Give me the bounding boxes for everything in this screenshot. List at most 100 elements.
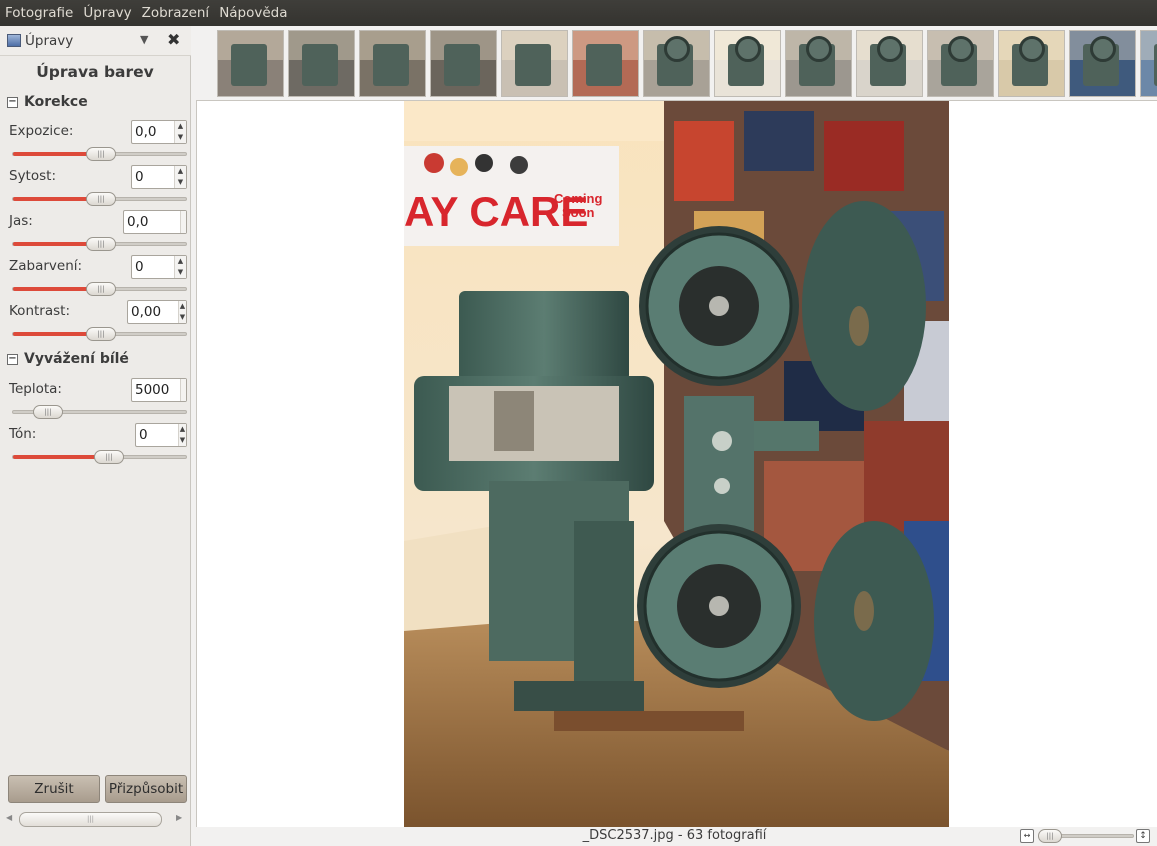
slider-handle[interactable]: ||| [86, 237, 116, 251]
scrollbar-thumb[interactable]: ||| [19, 812, 162, 827]
zabarveni-spinbox[interactable]: 0 ▲ ▼ [131, 255, 187, 279]
zabarveni-value[interactable]: 0 [132, 256, 174, 278]
group-vyvazeni-bile[interactable]: − Vyvážení bílé [7, 351, 129, 367]
slider-handle[interactable]: ||| [94, 450, 124, 464]
label-sytost: Sytost: [9, 168, 56, 184]
pane-header: Úpravy ▼ ✖ [0, 26, 191, 56]
slider-handle[interactable]: ||| [86, 147, 116, 161]
kontrast-slider[interactable]: ||| [12, 327, 187, 341]
filmstrip-thumbnail[interactable] [785, 30, 852, 97]
teplota-slider[interactable]: ||| [12, 405, 187, 419]
kontrast-value[interactable]: 0,00 [128, 301, 178, 323]
zoom-fit-icon[interactable]: ↔ [1020, 829, 1034, 843]
scroll-left-icon[interactable]: ◀ [6, 813, 12, 822]
group-korekce[interactable]: − Korekce [7, 94, 88, 110]
filmstrip-thumbnail[interactable] [1069, 30, 1136, 97]
poster-soon: Soon [562, 205, 595, 220]
thumbnail-reel [1018, 36, 1045, 63]
spin-up-icon[interactable] [181, 379, 186, 390]
filmstrip-thumbnail[interactable] [572, 30, 639, 97]
teplota-spinbox[interactable]: 5000 [131, 378, 187, 402]
status-text: _DSC2537.jpg - 63 fotografií [582, 828, 767, 843]
spin-up-icon[interactable]: ▲ [175, 121, 186, 132]
filmstrip-thumbnail[interactable] [1140, 30, 1157, 97]
spin-up-icon[interactable] [181, 211, 186, 222]
close-icon[interactable]: ✖ [167, 30, 180, 49]
filmstrip-thumbnail[interactable] [288, 30, 355, 97]
pane-title[interactable]: Úpravy [25, 33, 73, 49]
spin-down-icon[interactable]: ▼ [175, 132, 186, 143]
ton-value[interactable]: 0 [136, 424, 178, 446]
image-icon [7, 34, 21, 47]
cancel-button[interactable]: Zrušit [8, 775, 100, 803]
thumbnail-subject [231, 44, 267, 87]
filmstrip-thumbnail[interactable] [998, 30, 1065, 97]
spin-down-icon[interactable]: ▼ [175, 177, 186, 188]
label-kontrast: Kontrast: [9, 303, 70, 319]
ton-spinbox[interactable]: 0 ▲ ▼ [135, 423, 187, 447]
expozice-slider[interactable]: ||| [12, 147, 187, 161]
filmstrip-thumbnail[interactable] [643, 30, 710, 97]
sytost-spinbox[interactable]: 0 ▲ ▼ [131, 165, 187, 189]
thumbnail-reel [876, 36, 903, 63]
spin-up-icon[interactable]: ▲ [175, 256, 186, 267]
filmstrip-thumbnail[interactable] [359, 30, 426, 97]
slider-handle[interactable]: ||| [86, 282, 116, 296]
slider-handle[interactable]: ||| [86, 327, 116, 341]
spin-down-icon[interactable] [181, 222, 186, 233]
thumbnail-subject [373, 44, 409, 87]
ton-slider[interactable]: ||| [12, 450, 187, 464]
spin-down-icon[interactable]: ▼ [175, 267, 186, 278]
jas-spinbox[interactable]: 0,0 [123, 210, 187, 234]
slider-handle[interactable]: ||| [33, 405, 63, 419]
spin-up-icon[interactable]: ▲ [179, 301, 186, 312]
scroll-right-icon[interactable]: ▶ [176, 813, 182, 822]
menu-napoveda[interactable]: Nápověda [219, 5, 287, 21]
zoom-in-icon[interactable]: ↕ [1136, 829, 1150, 843]
label-ton: Tón: [9, 426, 37, 442]
filmstrip-thumbnail[interactable] [714, 30, 781, 97]
thumbnail-reel [663, 36, 690, 63]
menu-upravy[interactable]: Úpravy [83, 5, 131, 21]
jas-value[interactable]: 0,0 [124, 211, 180, 233]
photo-image: AY CARE Coming Soon [404, 101, 949, 827]
thumbnail-subject [444, 44, 480, 87]
filmstrip-thumbnail[interactable] [217, 30, 284, 97]
teplota-value[interactable]: 5000 [132, 379, 180, 401]
slider-handle[interactable]: ||| [86, 192, 116, 206]
filmstrip-thumbnail[interactable] [501, 30, 568, 97]
sytost-slider[interactable]: ||| [12, 192, 187, 206]
filmstrip-thumbnail[interactable] [856, 30, 923, 97]
kontrast-spinbox[interactable]: 0,00 ▲ ▼ [127, 300, 187, 324]
thumbnail-subject [515, 44, 551, 87]
photo[interactable]: AY CARE Coming Soon [404, 101, 949, 827]
pane-scrollbar[interactable]: ◀ ||| ▶ [4, 811, 187, 827]
menu-fotografie[interactable]: Fotografie [5, 5, 73, 21]
jas-slider[interactable]: ||| [12, 237, 187, 251]
filmstrip-thumbnail[interactable] [927, 30, 994, 97]
sytost-value[interactable]: 0 [132, 166, 174, 188]
expozice-value[interactable]: 0,0 [132, 121, 174, 143]
spin-down-icon[interactable]: ▼ [179, 435, 186, 446]
filmstrip-thumbnail[interactable] [430, 30, 497, 97]
filmstrip [192, 26, 1157, 100]
spin-up-icon[interactable]: ▲ [175, 166, 186, 177]
pane-body: Úprava barev − Korekce Expozice: 0,0 ▲ ▼ … [1, 57, 190, 757]
apply-button[interactable]: Přizpůsobit [105, 775, 187, 803]
expozice-spinbox[interactable]: 0,0 ▲ ▼ [131, 120, 187, 144]
zoom-slider-handle[interactable]: ||| [1038, 829, 1062, 843]
collapse-icon[interactable]: − [7, 96, 18, 108]
zabarveni-slider[interactable]: ||| [12, 282, 187, 296]
chevron-down-icon[interactable]: ▼ [140, 33, 148, 46]
label-zabarveni: Zabarvení: [9, 258, 83, 274]
edit-pane: Úpravy ▼ ✖ Úprava barev − Korekce Expozi… [0, 26, 191, 846]
spin-down-icon[interactable]: ▼ [179, 312, 186, 323]
group-korekce-title: Korekce [24, 94, 88, 110]
collapse-icon[interactable]: − [7, 353, 18, 365]
spin-up-icon[interactable]: ▲ [179, 424, 186, 435]
thumbnail-reel [947, 36, 974, 63]
spin-down-icon[interactable] [181, 390, 186, 401]
thumbnail-reel [1089, 36, 1116, 63]
thumbnail-reel [734, 36, 761, 63]
menu-zobrazeni[interactable]: Zobrazení [142, 5, 210, 21]
